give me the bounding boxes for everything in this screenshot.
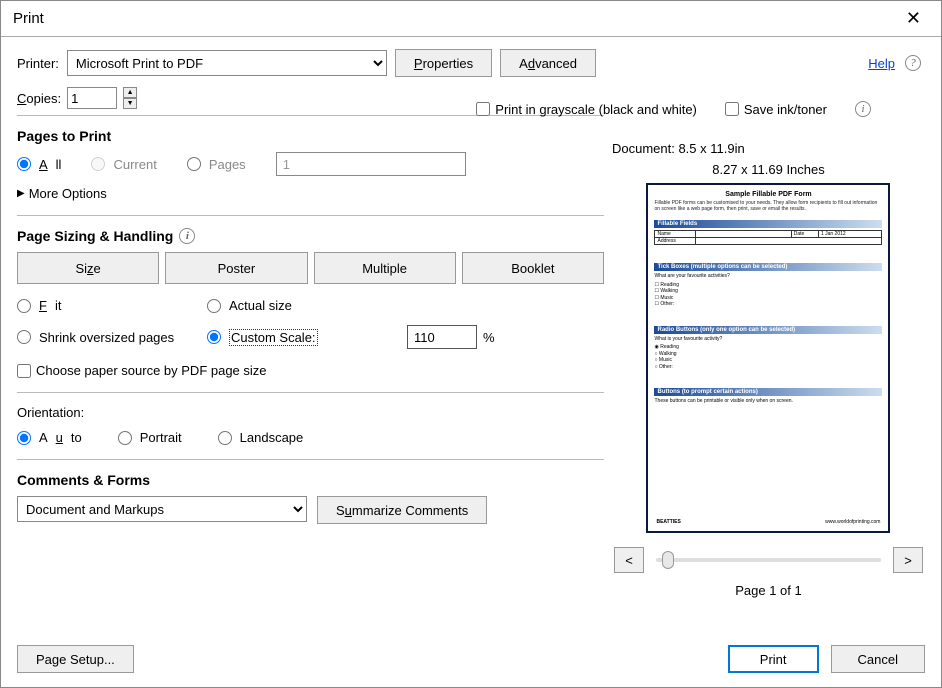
multiple-tab[interactable]: Multiple [314,252,456,284]
preview-dims: 8.27 x 11.69 Inches [612,162,925,177]
pages-to-print-title: Pages to Print [17,128,604,144]
custom-scale-radio[interactable] [207,330,221,344]
actual-size-radio[interactable] [207,299,221,313]
copies-input[interactable] [67,87,117,109]
booklet-tab[interactable]: Booklet [462,252,604,284]
orientation-landscape-radio[interactable] [218,431,232,445]
copies-label: Copies: [17,91,61,106]
help-link[interactable]: Help [868,56,895,71]
more-options-toggle[interactable]: ▶ More Options [17,186,604,201]
pages-all-radio[interactable] [17,157,31,171]
summarize-comments-button[interactable]: Summarize Comments [317,496,487,524]
pages-range-radio[interactable] [187,157,201,171]
page-indicator: Page 1 of 1 [612,583,925,598]
printer-label: Printer: [17,56,59,71]
copies-down-button[interactable]: ▼ [123,98,137,109]
custom-scale-input[interactable] [407,325,477,349]
comments-title: Comments & Forms [17,472,604,488]
help-icon[interactable]: ? [905,55,921,71]
window-title: Print [13,10,44,27]
save-ink-label: Save ink/toner [744,102,827,117]
advanced-button[interactable]: Advanced [500,49,596,77]
info-icon[interactable]: i [855,101,871,117]
shrink-radio[interactable] [17,330,31,344]
grayscale-checkbox[interactable] [476,102,490,116]
properties-button[interactable]: Properties [395,49,492,77]
page-setup-button[interactable]: Page Setup... [17,645,134,673]
orientation-portrait-radio[interactable] [118,431,132,445]
copies-up-button[interactable]: ▲ [123,87,137,98]
pages-current-radio[interactable] [91,157,105,171]
orientation-title: Orientation: [17,405,604,420]
page-preview: Sample Fillable PDF Form Fillable PDF fo… [646,183,890,533]
grayscale-label: Print in grayscale (black and white) [495,102,697,117]
choose-paper-label: Choose paper source by PDF page size [36,363,267,378]
close-icon[interactable]: ✕ [898,4,929,33]
sizing-title: Page Sizing & Handling [17,228,173,244]
info-icon[interactable]: i [179,228,195,244]
zoom-slider[interactable] [656,558,881,562]
prev-page-button[interactable]: < [614,547,644,573]
comments-select[interactable]: Document and Markups [17,496,307,522]
next-page-button[interactable]: > [893,547,923,573]
percent-label: % [483,330,495,345]
size-tab[interactable]: Size [17,252,159,284]
save-ink-checkbox[interactable] [725,102,739,116]
cancel-button[interactable]: Cancel [831,645,925,673]
printer-select[interactable]: Microsoft Print to PDF [67,50,387,76]
pages-range-input[interactable] [276,152,466,176]
orientation-auto-radio[interactable] [17,431,31,445]
chevron-right-icon: ▶ [17,188,25,199]
document-dims: Document: 8.5 x 11.9in [612,141,925,156]
poster-tab[interactable]: Poster [165,252,307,284]
fit-radio[interactable] [17,299,31,313]
choose-paper-checkbox[interactable] [17,364,31,378]
print-button[interactable]: Print [728,645,819,673]
